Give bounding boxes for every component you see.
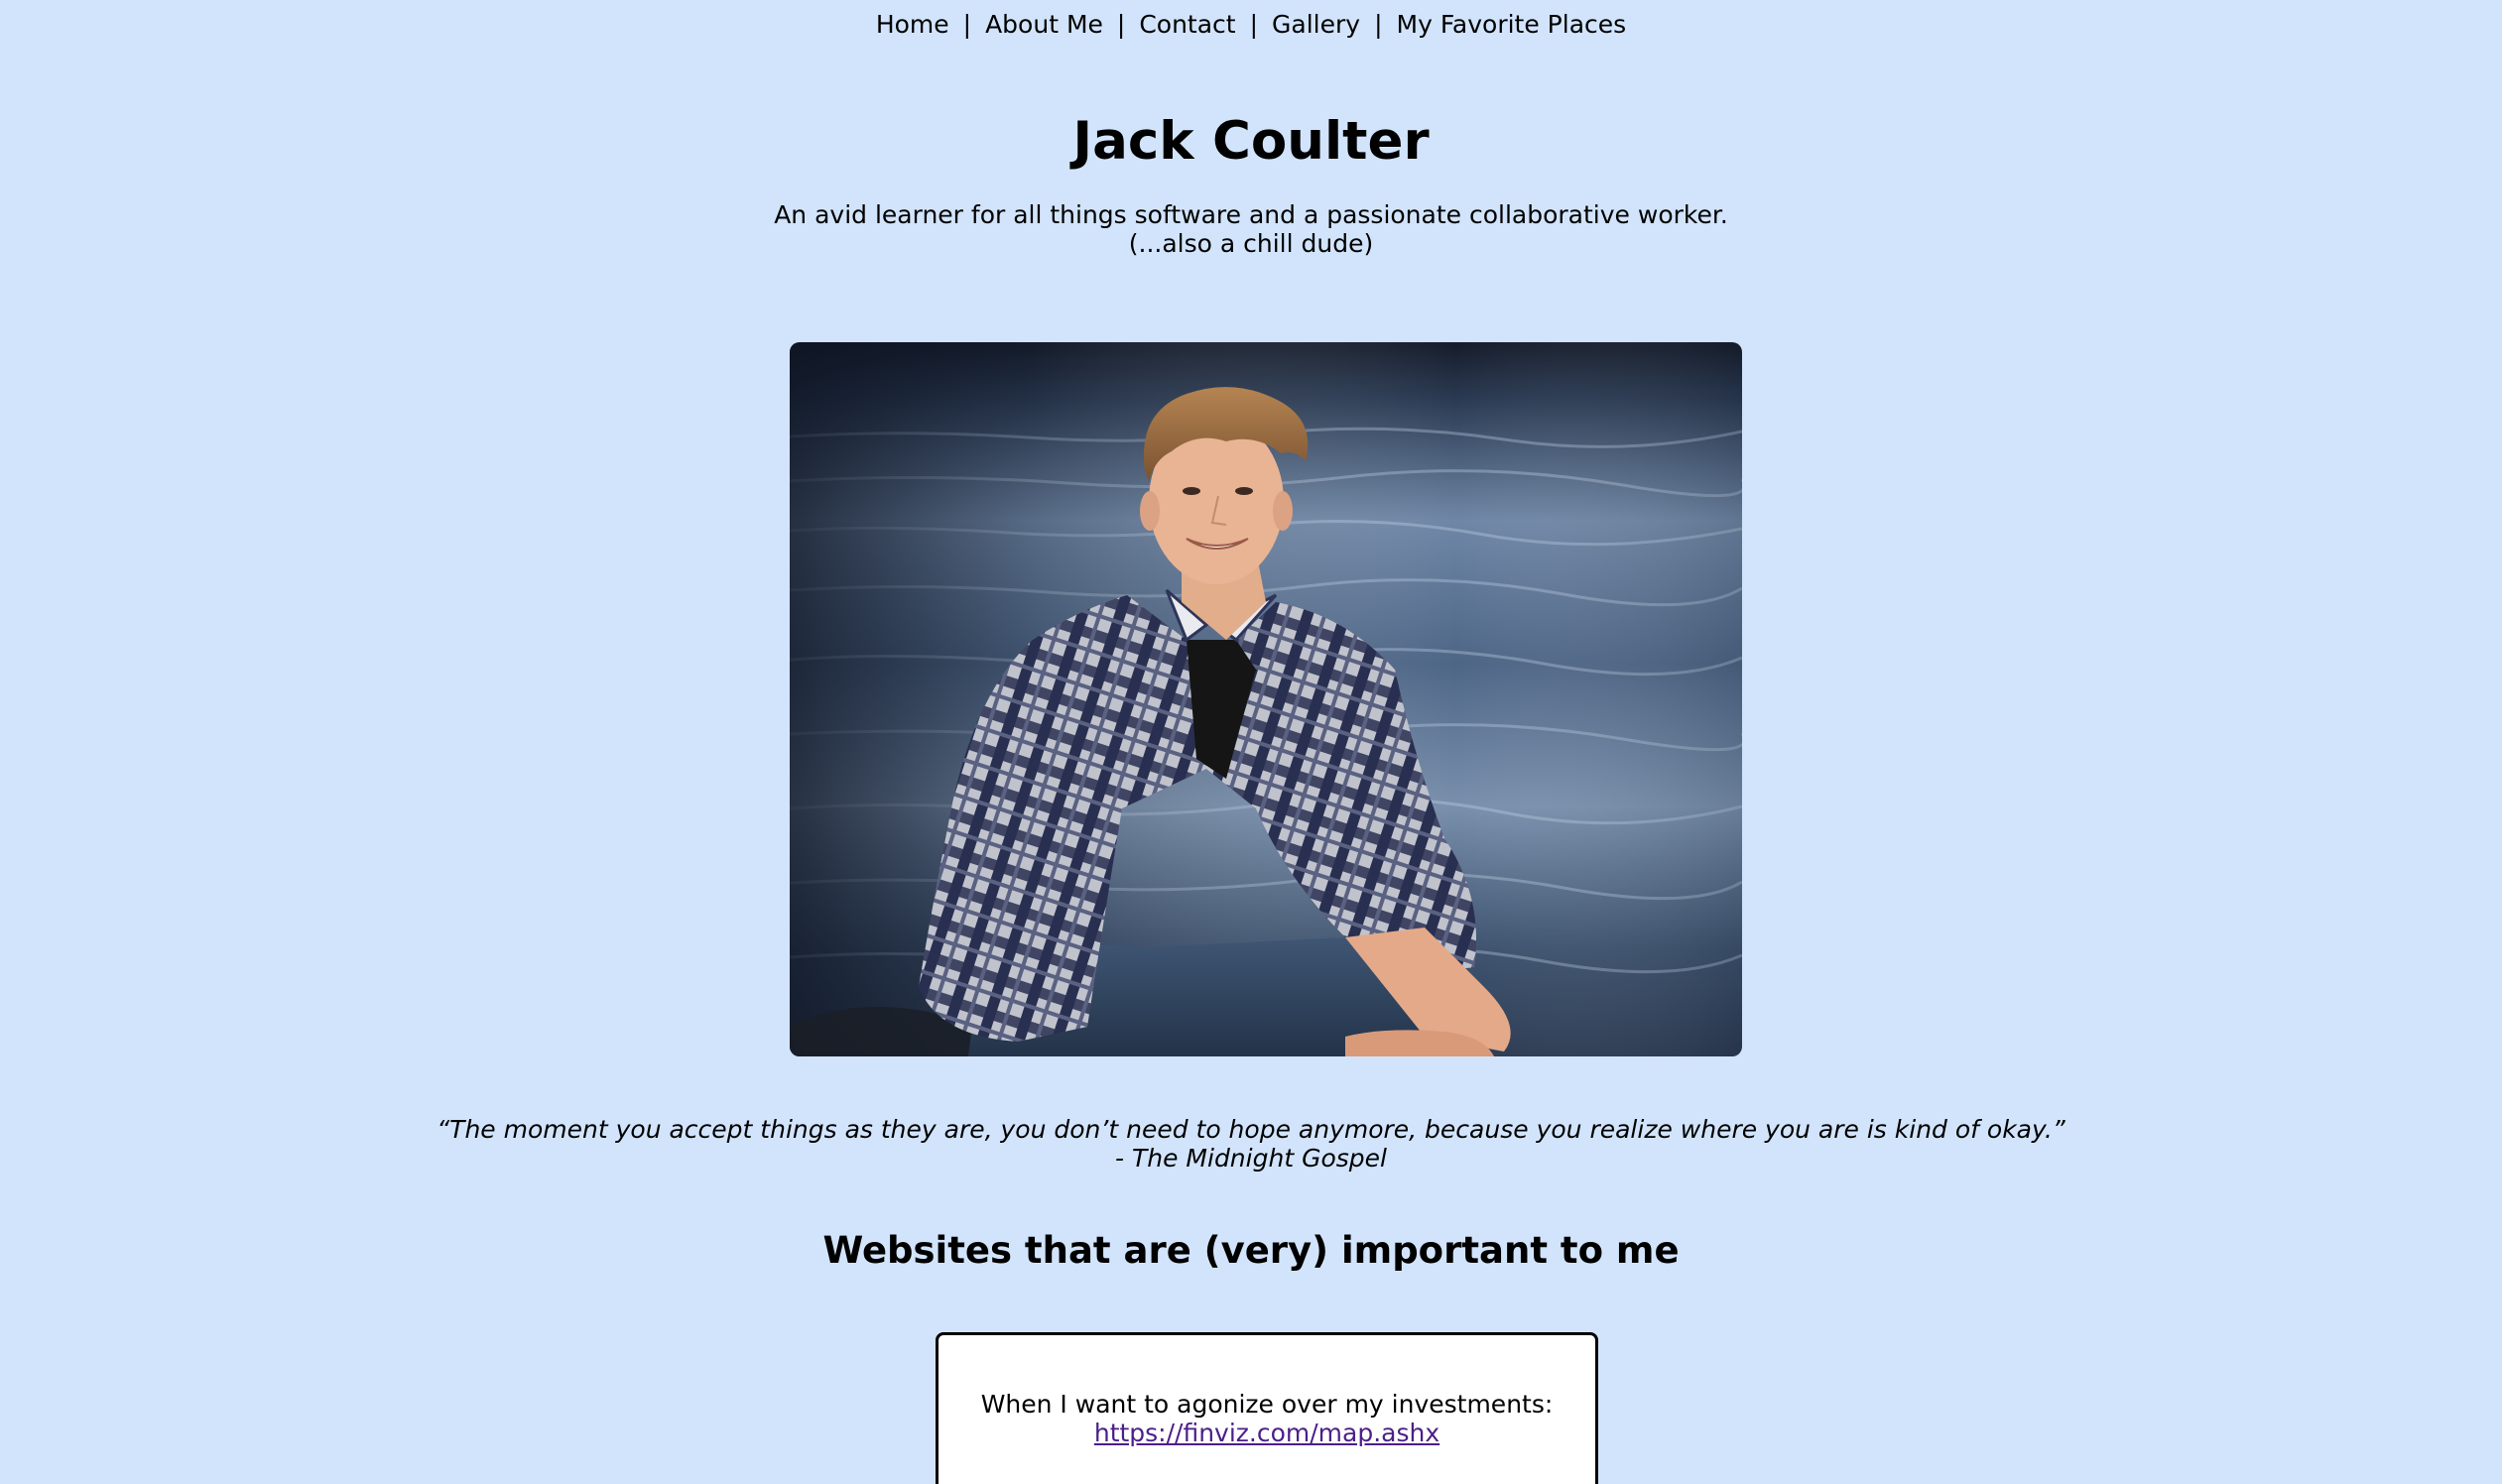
- quote: “The moment you accept things as they ar…: [0, 1115, 2502, 1173]
- quote-attribution: - The Midnight Gospel: [1115, 1144, 1387, 1173]
- nav-separator: |: [1374, 10, 1383, 39]
- nav-link-about-me[interactable]: About Me: [985, 10, 1103, 39]
- tagline: An avid learner for all things software …: [0, 200, 2502, 258]
- nav-link-home[interactable]: Home: [876, 10, 949, 39]
- website-caption: When I want to agonize over my investmen…: [980, 1390, 1554, 1419]
- website-card: When I want to agonize over my investmen…: [936, 1332, 1598, 1484]
- tagline-line-1: An avid learner for all things software …: [774, 200, 1728, 229]
- websites-heading: Websites that are (very) important to me: [822, 1229, 1680, 1272]
- nav-separator: |: [1116, 10, 1126, 39]
- nav-separator: |: [1249, 10, 1259, 39]
- nav-separator: |: [962, 10, 972, 39]
- nav-link-favorite-places[interactable]: My Favorite Places: [1397, 10, 1627, 39]
- page-title: Jack Coulter: [1072, 111, 1430, 172]
- top-nav: Home | About Me | Contact | Gallery | My Favorit…: [0, 8, 2502, 42]
- website-link[interactable]: https://finviz.com/map.ashx: [1094, 1419, 1439, 1447]
- nav-link-contact[interactable]: Contact: [1139, 10, 1235, 39]
- quote-text: “The moment you accept things as they ar…: [437, 1115, 2065, 1144]
- portrait-photo: [790, 342, 1742, 1056]
- nav-link-gallery[interactable]: Gallery: [1272, 10, 1360, 39]
- tagline-line-2: (...also a chill dude): [1128, 229, 1374, 258]
